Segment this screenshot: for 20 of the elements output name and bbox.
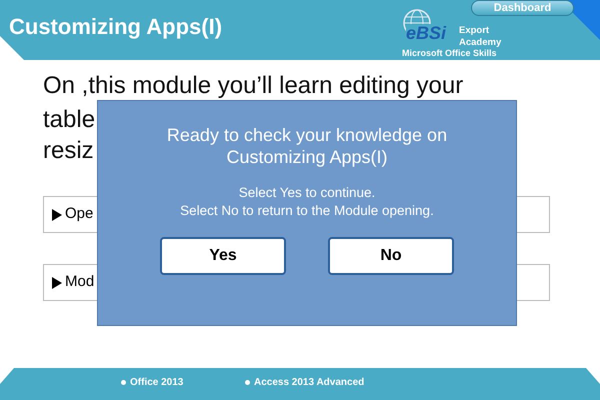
bullet-icon <box>121 380 126 385</box>
logo-text: Export <box>459 26 490 36</box>
dialog-message: Select Yes to continue. <box>238 184 376 202</box>
no-button[interactable]: No <box>328 236 454 275</box>
dialog-title: Ready to check your knowledge on <box>166 125 448 147</box>
footer-item: Access 2013 Advanced <box>254 377 364 388</box>
logo-text: Academy <box>459 38 502 48</box>
yes-button[interactable]: Yes <box>160 236 286 275</box>
dialog-message: Select No to return to the Module opening. <box>180 202 434 220</box>
footer-item: Office 2013 <box>130 377 184 388</box>
bullet-icon <box>245 380 250 385</box>
intro-text: table <box>43 108 96 132</box>
intro-text: On ,this module you’ll learn editing your <box>43 74 464 98</box>
triangle-icon <box>52 276 62 288</box>
dialog-title: Customizing Apps(I) <box>225 146 389 168</box>
triangle-icon <box>52 208 62 220</box>
logo-mark: eBSi <box>406 24 446 42</box>
logo-tagline: Microsoft Office Skills <box>402 49 497 58</box>
page-title: Customizing Apps(I) <box>9 13 222 41</box>
intro-text: resiz <box>43 139 94 163</box>
